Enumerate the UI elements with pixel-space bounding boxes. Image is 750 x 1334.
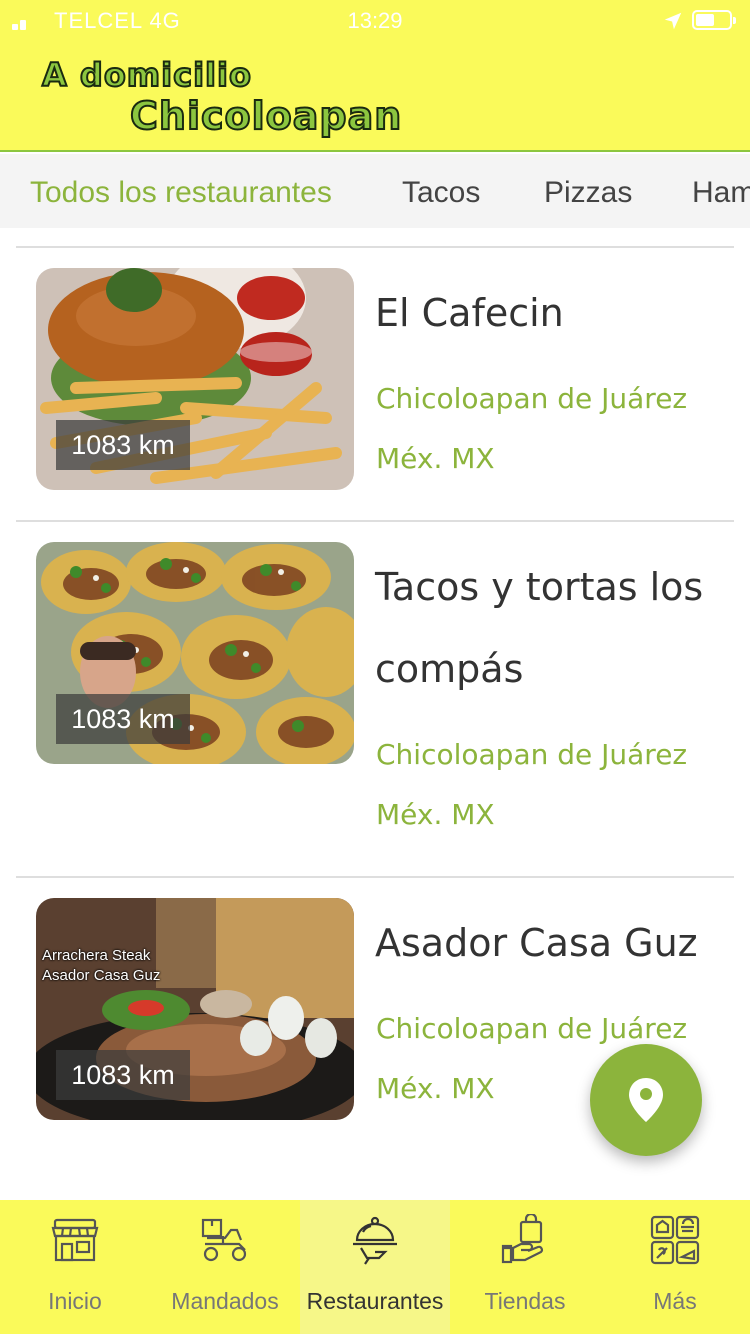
status-bar: TELCEL 4G 13:29: [0, 0, 750, 40]
restaurant-card[interactable]: 1083 km El Cafecin Chicoloapan de Juárez…: [0, 268, 750, 522]
restaurant-name: Tacos y tortas los compás: [375, 565, 704, 691]
status-time: 13:29: [347, 8, 403, 33]
restaurant-city: Chicoloapan de Juárez: [376, 1012, 688, 1045]
tab-hamburguesas[interactable]: Ham: [692, 176, 750, 210]
nav-inicio[interactable]: Inicio: [0, 1200, 150, 1334]
restaurant-city: Chicoloapan de Juárez: [376, 382, 688, 415]
tab-pizzas[interactable]: Pizzas: [544, 176, 632, 210]
list-divider: [16, 876, 734, 878]
photo-caption-line: Arrachera Steak: [42, 947, 151, 964]
store-icon: [51, 1218, 99, 1262]
location-fab-button[interactable]: [590, 1044, 702, 1156]
category-tabs: Todos los restaurantes Tacos Pizzas Ham: [0, 154, 750, 228]
restaurant-state: Méx. MX: [376, 442, 495, 475]
grid-icon: [650, 1215, 700, 1265]
nav-tiendas[interactable]: Tiendas: [450, 1200, 600, 1334]
restaurant-name: Asador Casa Guz: [375, 921, 698, 965]
nav-label: Restaurantes: [306, 1288, 444, 1314]
restaurant-photo: Arrachera Steak Asador Casa Guz 1083 km: [36, 898, 354, 1120]
delivery-scooter-icon: [201, 1218, 247, 1262]
restaurant-photo: 1083 km: [36, 268, 354, 490]
list-divider: [16, 246, 734, 248]
distance-badge: 1083 km: [56, 694, 190, 744]
distance-badge: 1083 km: [56, 1050, 190, 1100]
nav-label: Inicio: [48, 1288, 102, 1314]
nav-label: Mandados: [171, 1288, 279, 1314]
nav-restaurantes[interactable]: Restaurantes: [300, 1200, 450, 1334]
logo-line-2: Chicoloapan: [129, 93, 403, 139]
bottom-nav: Inicio Mandados Restaurantes Tiendas Más: [0, 1200, 750, 1334]
list-divider: [16, 520, 734, 522]
battery-icon: [692, 10, 736, 30]
tab-tacos[interactable]: Tacos: [402, 176, 480, 210]
logo-line-1: A domicilio: [41, 55, 252, 95]
photo-caption: Arrachera Steak Asador Casa Guz: [42, 946, 160, 986]
restaurant-city: Chicoloapan de Juárez: [376, 738, 688, 771]
app-logo: A domicilio Chicoloapan: [40, 52, 420, 144]
restaurant-state: Méx. MX: [376, 798, 495, 831]
tab-todos[interactable]: Todos los restaurantes: [30, 176, 332, 210]
restaurant-name: El Cafecin: [375, 291, 564, 335]
restaurant-state: Méx. MX: [376, 1072, 495, 1105]
restaurant-card[interactable]: 1083 km Tacos y tortas los compás Chicol…: [0, 542, 750, 878]
app-header: TELCEL 4G 13:29 A domicilio Chicoloapan: [0, 0, 750, 152]
nav-label: Más: [653, 1288, 697, 1314]
location-pin-icon: [629, 1078, 663, 1122]
restaurant-photo: 1083 km: [36, 542, 354, 764]
bag-hand-icon: [501, 1214, 543, 1264]
nav-mandados[interactable]: Mandados: [150, 1200, 300, 1334]
food-tray-icon: [353, 1216, 397, 1265]
nav-label: Tiendas: [484, 1288, 566, 1314]
distance-badge: 1083 km: [56, 420, 190, 470]
location-arrow-icon: [664, 12, 682, 30]
nav-mas[interactable]: Más: [600, 1200, 750, 1334]
photo-caption-line: Asador Casa Guz: [42, 967, 161, 984]
